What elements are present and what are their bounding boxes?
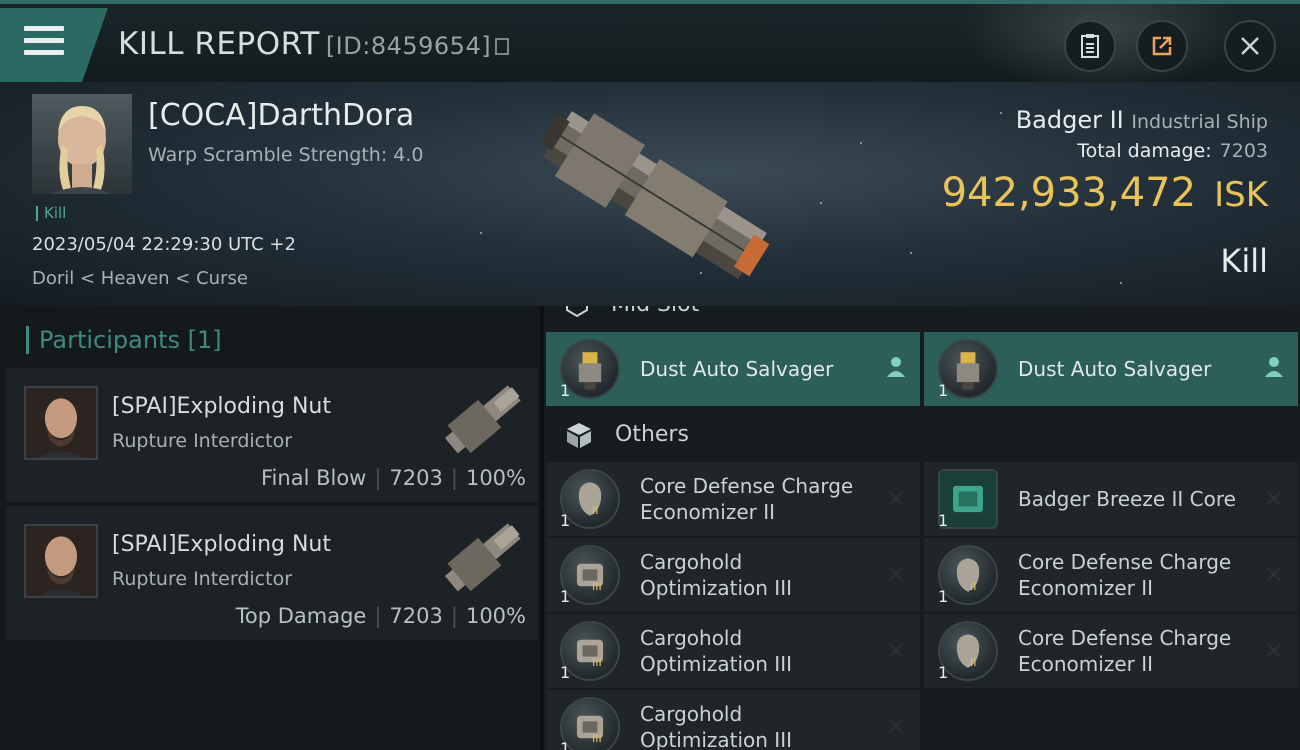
participant-ship: Rupture Interdictor bbox=[112, 568, 292, 590]
participant-name[interactable]: [SPAI]Exploding Nut bbox=[112, 394, 331, 419]
participant-percent: 100% bbox=[465, 466, 526, 490]
warp-scramble-strength: Warp Scramble Strength: 4.0 bbox=[148, 144, 424, 166]
module-meta: II bbox=[970, 580, 977, 593]
kill-id: [ID:8459654] bbox=[325, 32, 492, 60]
clipboard-icon[interactable] bbox=[1064, 20, 1116, 72]
module-name: Core Defense Charge Economizer II bbox=[1018, 626, 1232, 676]
participants-count: [1] bbox=[187, 326, 222, 354]
total-damage-value: 7203 bbox=[1219, 140, 1268, 162]
participants-panel: Participants [1] [SPAI]Exploding Nut Rup… bbox=[0, 306, 540, 750]
copy-icon[interactable] bbox=[495, 38, 510, 55]
module-qty: 1 bbox=[938, 663, 949, 682]
isk-value: 942,933,472 ISK bbox=[942, 170, 1268, 216]
module-slot[interactable]: 1 Dust Auto Salvager bbox=[546, 332, 920, 406]
participant-card[interactable]: [SPAI]Exploding Nut Rupture Interdictor … bbox=[6, 506, 538, 640]
participant-stats: Top Damage | 7203 | 100% bbox=[235, 604, 526, 628]
module-name: Dust Auto Salvager bbox=[640, 357, 834, 381]
module-qty: 1 bbox=[560, 381, 571, 400]
module-qty: 1 bbox=[560, 739, 571, 750]
module-name: Core Defense Charge Economizer II bbox=[1018, 550, 1232, 600]
module-name: Cargohold Optimization III bbox=[640, 702, 792, 750]
participant-role: Final Blow bbox=[261, 466, 367, 490]
module-meta: III bbox=[592, 732, 602, 745]
module-qty: 1 bbox=[938, 381, 949, 400]
module-qty: 1 bbox=[560, 663, 571, 682]
close-icon[interactable] bbox=[1224, 20, 1276, 72]
mid-slot-header: Mid Slot bbox=[564, 306, 699, 318]
participant-ship-image bbox=[444, 385, 521, 454]
participants-label: Participants bbox=[39, 326, 180, 354]
participant-portrait bbox=[24, 524, 98, 598]
module-qty: 1 bbox=[938, 511, 949, 530]
mid-slot-label: Mid Slot bbox=[611, 306, 699, 317]
destroyed-icon: ✕ bbox=[885, 485, 906, 513]
destroyed-icon: ✕ bbox=[1263, 561, 1284, 589]
module-name: Dust Auto Salvager bbox=[1018, 357, 1212, 381]
module-meta: II bbox=[970, 656, 977, 669]
page-title-text: KILL REPORT bbox=[118, 26, 320, 62]
victim-ship-image bbox=[539, 111, 770, 279]
module-name: Cargohold Optimization III bbox=[640, 550, 792, 600]
cube-icon bbox=[567, 423, 591, 448]
module-slot[interactable]: II 1 Core Defense Charge Economizer II ✕ bbox=[924, 614, 1298, 688]
isk-amount: 942,933,472 bbox=[941, 170, 1197, 216]
module-slot[interactable]: III 1 Cargohold Optimization III ✕ bbox=[546, 538, 920, 612]
participant-percent: 100% bbox=[465, 604, 526, 628]
module-qty: 1 bbox=[560, 587, 571, 606]
participant-damage: 7203 bbox=[389, 466, 443, 490]
destroyed-icon: ✕ bbox=[885, 637, 906, 665]
result-label: Kill bbox=[1220, 242, 1268, 280]
participant-ship: Rupture Interdictor bbox=[112, 430, 292, 452]
victim-name[interactable]: [COCA]DarthDora bbox=[148, 98, 414, 133]
kill-datetime: 2023/05/04 22:29:30 UTC +2 bbox=[32, 234, 296, 255]
total-damage: Total damage: 7203 bbox=[1077, 140, 1268, 162]
pilot-icon[interactable] bbox=[886, 356, 906, 378]
module-slot[interactable]: III 1 Cargohold Optimization III ✕ bbox=[546, 690, 920, 750]
module-slot[interactable]: 1 Badger Breeze II Core ✕ bbox=[924, 462, 1298, 536]
fitting-panel: Mid Slot 1 Dust Auto Salvager 1 Dust Aut… bbox=[544, 306, 1300, 750]
destroyed-icon: ✕ bbox=[885, 561, 906, 589]
pilot-icon[interactable] bbox=[1264, 356, 1284, 378]
participant-role: Top Damage bbox=[235, 604, 367, 628]
module-slot[interactable]: III 1 Cargohold Optimization III ✕ bbox=[546, 614, 920, 688]
ship-class: Industrial Ship bbox=[1131, 111, 1268, 133]
participant-card[interactable]: [SPAI]Exploding Nut Rupture Interdictor … bbox=[6, 368, 538, 502]
participant-damage: 7203 bbox=[389, 604, 443, 628]
module-name: Core Defense Charge Economizer II bbox=[640, 474, 854, 524]
participants-header: Participants [1] bbox=[26, 326, 222, 354]
module-slot[interactable]: 1 Dust Auto Salvager bbox=[924, 332, 1298, 406]
destroyed-icon: ✕ bbox=[1263, 637, 1284, 665]
victim-hero: [COCA]DarthDora Warp Scramble Strength: … bbox=[0, 82, 1300, 306]
others-header: Others bbox=[564, 420, 689, 450]
total-damage-label: Total damage: bbox=[1077, 140, 1212, 162]
hexagon-icon bbox=[566, 306, 588, 318]
ship-name: Badger II bbox=[1015, 106, 1124, 134]
others-label: Others bbox=[615, 422, 689, 447]
destroyed-icon: ✕ bbox=[1263, 485, 1284, 513]
module-meta: III bbox=[592, 656, 602, 669]
destroyed-icon: ✕ bbox=[885, 713, 906, 741]
module-slot[interactable]: II 1 Core Defense Charge Economizer II ✕ bbox=[546, 462, 920, 536]
module-meta: II bbox=[592, 504, 599, 517]
participant-ship-image bbox=[444, 523, 521, 592]
top-bar: KILL REPORT [ID:8459654] bbox=[0, 0, 1300, 82]
module-name: Badger Breeze II Core bbox=[1018, 487, 1236, 511]
victim-portrait[interactable] bbox=[32, 94, 132, 194]
module-meta: III bbox=[592, 580, 602, 593]
module-qty: 1 bbox=[938, 587, 949, 606]
kill-location[interactable]: Doril < Heaven < Curse bbox=[32, 268, 248, 289]
menu-icon[interactable] bbox=[24, 26, 64, 60]
module-name: Cargohold Optimization III bbox=[640, 626, 792, 676]
share-icon[interactable] bbox=[1136, 20, 1188, 72]
isk-unit: ISK bbox=[1214, 175, 1268, 215]
module-qty: 1 bbox=[560, 511, 571, 530]
kill-tag: Kill bbox=[36, 206, 66, 221]
participant-name[interactable]: [SPAI]Exploding Nut bbox=[112, 532, 331, 557]
participant-stats: Final Blow | 7203 | 100% bbox=[261, 466, 526, 490]
participant-portrait bbox=[24, 386, 98, 460]
page-title: KILL REPORT [ID:8459654] bbox=[118, 26, 510, 62]
victim-ship[interactable]: Badger II Industrial Ship bbox=[1016, 106, 1268, 134]
module-slot[interactable]: II 1 Core Defense Charge Economizer II ✕ bbox=[924, 538, 1298, 612]
